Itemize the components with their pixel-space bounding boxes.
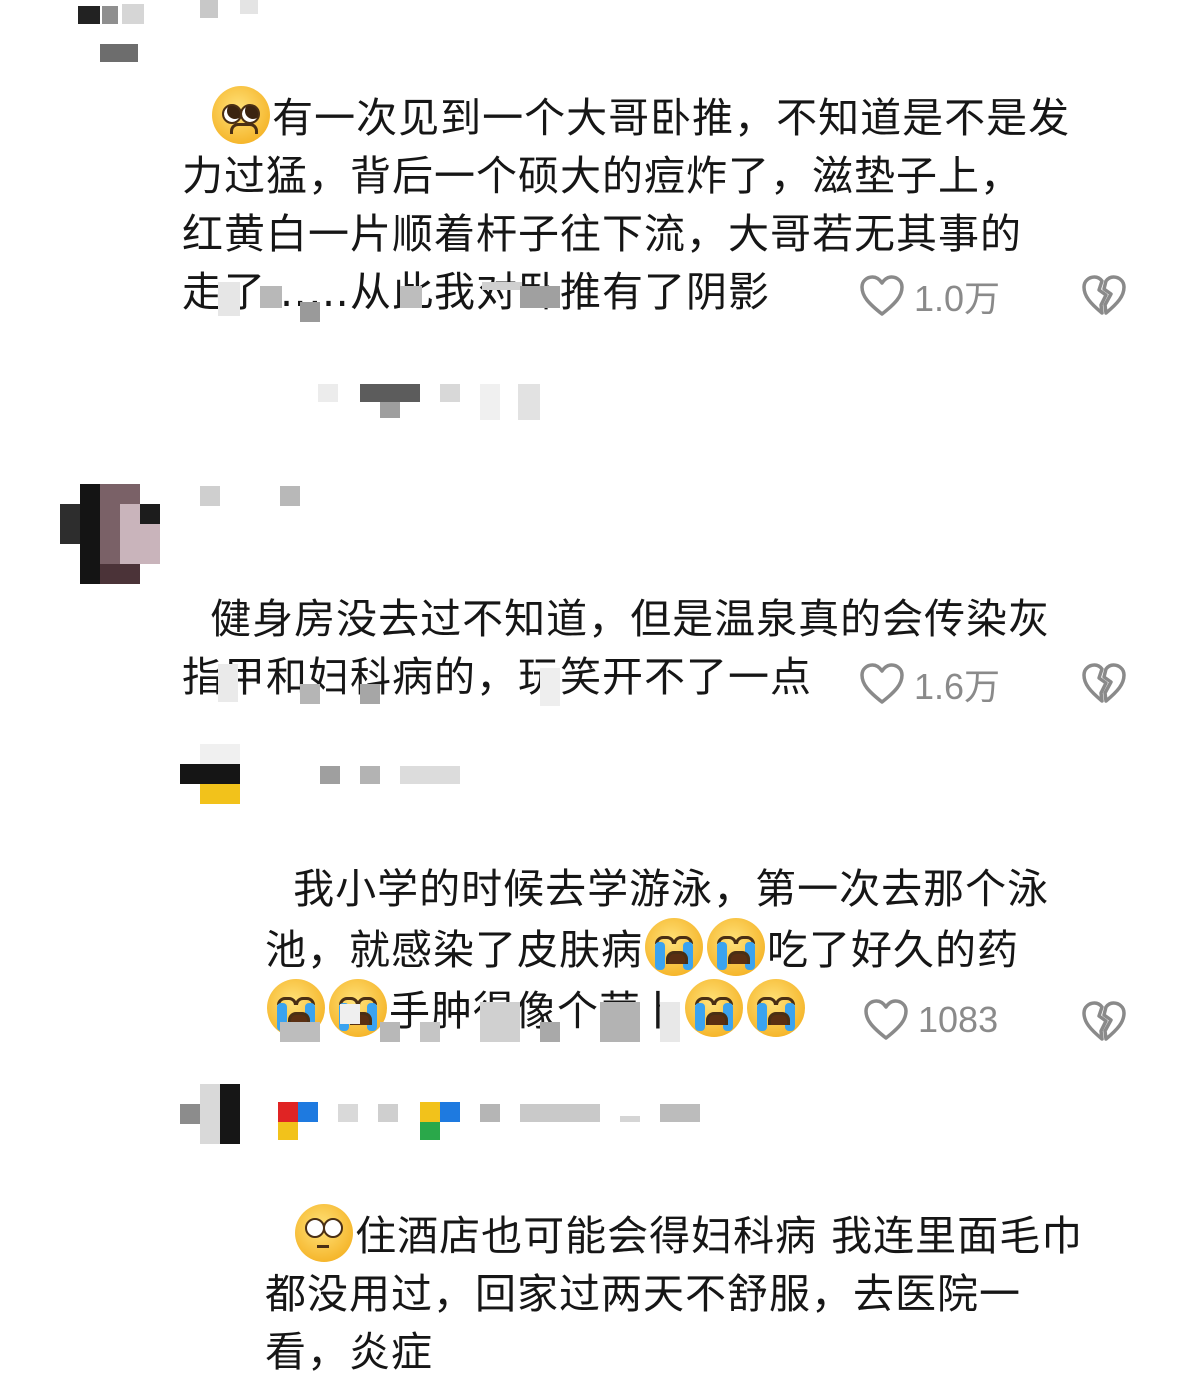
broken-heart-icon [1082, 275, 1126, 315]
dislike-button[interactable] [1080, 660, 1128, 708]
like-count: 1.0万 [914, 278, 1001, 319]
dislike-button[interactable] [1080, 998, 1128, 1046]
like-button[interactable]: 1.6万 [858, 658, 1000, 710]
heart-outline-icon [860, 663, 904, 704]
pixelated-expand-replies [318, 380, 588, 424]
avatar [60, 484, 160, 584]
pixelated-username [320, 764, 470, 788]
loudly-crying-face-icon [707, 918, 765, 976]
loudly-crying-face-icon [747, 979, 805, 1037]
heart-outline-icon [860, 275, 904, 316]
like-count: 1083 [918, 999, 999, 1040]
broken-heart-icon [1082, 663, 1126, 703]
like-button[interactable]: 1.0万 [858, 270, 1000, 322]
pixelated-meta [182, 278, 582, 328]
like-button[interactable]: 1083 [862, 996, 998, 1044]
loudly-crying-face-icon [645, 918, 703, 976]
pixelated-username [200, 484, 310, 506]
like-count: 1.6万 [914, 666, 1001, 707]
avatar [180, 744, 240, 804]
pixelated-username [200, 0, 260, 20]
broken-heart-icon [1082, 1001, 1126, 1041]
heart-outline-icon [864, 999, 908, 1040]
flushed-face-icon [295, 1204, 354, 1262]
comment-text: 住酒店也可能会得妇科病 我连里面毛巾 都没用过，回家过两天不舒服，去医院一 看，炎症 [265, 1146, 1165, 1381]
pixelated-meta [218, 664, 578, 708]
pixelated-avatar [60, 0, 160, 62]
pleading-face-icon [212, 86, 271, 144]
dislike-button[interactable] [1080, 272, 1128, 320]
pixelated-username [278, 1100, 708, 1142]
pixelated-meta [280, 1000, 700, 1046]
avatar [180, 1084, 240, 1144]
